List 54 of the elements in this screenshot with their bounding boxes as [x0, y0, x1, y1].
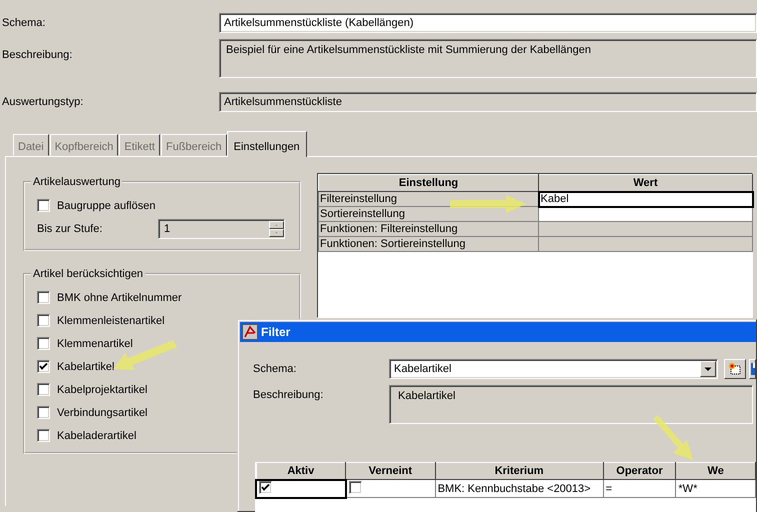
description-field[interactable]: Kabelartikel	[389, 385, 753, 424]
new-button[interactable]	[724, 359, 746, 379]
checkbox-label: Kabelprojektartikel	[57, 384, 148, 396]
field-label: Bis zur Stufe:	[37, 223, 104, 235]
field-label: Beschreibung:	[253, 388, 324, 401]
toolbar-button[interactable]	[749, 359, 756, 379]
annotation-arrow	[653, 415, 693, 460]
checkbox-label: Verbindungsartikel	[57, 406, 148, 418]
checkbox-label: Kabelartikel	[57, 360, 114, 372]
checkbox[interactable]	[37, 291, 50, 304]
table-cell: Sortiereinstellung	[318, 206, 538, 222]
spin-arrows-icon[interactable]	[269, 221, 284, 237]
table-cell: =	[603, 480, 676, 498]
field-label: Beschreibung:	[2, 48, 74, 63]
checkbox-label: Klemmenleistenartikel	[57, 314, 165, 326]
table-cell[interactable]: Kabel	[538, 192, 752, 206]
table-cell: BMK: Kennbuchstabe <20013>	[435, 480, 604, 498]
checkbox[interactable]	[37, 406, 50, 419]
checkbox[interactable]	[37, 383, 50, 396]
group-title: Artikel berücksichtigen	[32, 268, 144, 280]
schema-field[interactable]: Artikelsummenstückliste (Kabellängen)	[219, 13, 757, 33]
checkbox[interactable]	[348, 480, 362, 494]
window-title: Filter	[261, 325, 290, 339]
field-label: Schema:	[2, 16, 46, 31]
column-header[interactable]: Wert	[538, 174, 752, 192]
checkbox[interactable]	[37, 199, 50, 212]
table-cell: Funktionen: Sortiereinstellung	[318, 236, 538, 252]
checkbox[interactable]	[37, 429, 50, 442]
new-document-icon	[728, 362, 742, 376]
table-cell: Funktionen: Filtereinstellung	[318, 222, 538, 236]
checkbox-label: Kabeladerartikel	[57, 430, 136, 442]
table-cell[interactable]: *W*	[676, 480, 756, 498]
column-header[interactable]: Operator	[603, 462, 676, 480]
checkbox[interactable]	[37, 360, 50, 373]
schema-dropdown[interactable]: Kabelartikel	[389, 359, 718, 379]
app-icon	[242, 324, 258, 340]
column-header[interactable]: We	[676, 462, 756, 480]
checkbox-label: Klemmenartikel	[57, 338, 133, 350]
checkbox-label: BMK ohne Artikelnummer	[57, 292, 182, 304]
description-field[interactable]: Beispiel für eine Artikelsummenstückliste mit Summierung der Kabellängen	[219, 39, 757, 78]
checkbox[interactable]	[37, 337, 50, 350]
checkbox[interactable]	[37, 314, 50, 327]
column-header[interactable]: Einstellung	[318, 174, 538, 192]
column-header[interactable]: Kriterium	[435, 462, 604, 480]
tab[interactable]: Einstellungen	[226, 131, 307, 157]
column-header[interactable]: Verneint	[346, 462, 436, 480]
level-spin-field[interactable]: 1	[158, 219, 285, 239]
checkbox-label: Baugruppe auflösen	[57, 200, 156, 212]
evaluation-type-field[interactable]: Artikelsummenstückliste	[219, 92, 757, 112]
field-label: Schema:	[253, 362, 298, 375]
group-title: Artikelauswertung	[32, 176, 122, 188]
field-label: Auswertungstyp:	[2, 95, 84, 110]
column-header[interactable]: Aktiv	[256, 462, 346, 480]
checkbox[interactable]	[259, 480, 272, 494]
